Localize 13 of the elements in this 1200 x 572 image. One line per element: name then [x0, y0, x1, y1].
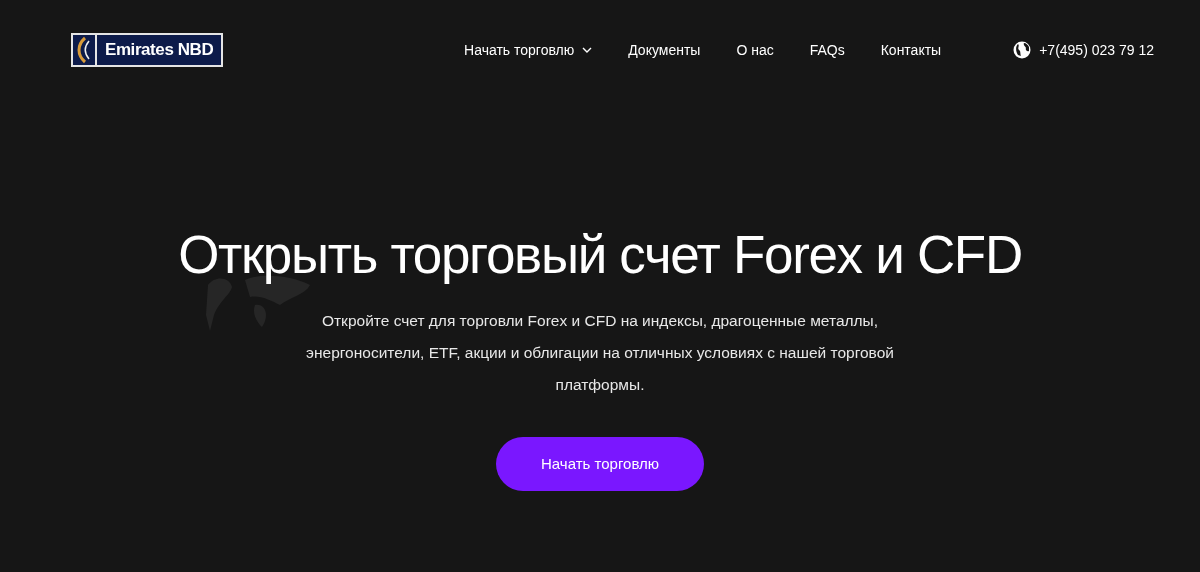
nav-link[interactable]: О нас [736, 39, 774, 61]
start-trading-button[interactable]: Начать торговлю [496, 437, 704, 491]
nav-link[interactable]: Документы [628, 39, 701, 61]
hero-title: Открыть торговый счет Forex и CFD [178, 224, 1022, 286]
nav-link[interactable]: Начать торговлю [464, 39, 593, 61]
nav-link[interactable]: Контакты [880, 39, 942, 61]
logo-text: Emirates NBD [104, 39, 215, 62]
globe-icon [1013, 41, 1032, 59]
nav-link[interactable]: FAQs [809, 39, 845, 61]
logo[interactable]: Emirates NBD [71, 33, 224, 67]
phone-number[interactable]: +7(495) 023 79 12 [1039, 39, 1154, 61]
hero-description: Откройте счет для торговли Forex и CFD на индексы, драгоценные металлы, энергоносители, ETF, акции и облигации на отличных условиях с нашей торговой платформы. [305, 311, 895, 395]
caret-icon [582, 47, 593, 53]
